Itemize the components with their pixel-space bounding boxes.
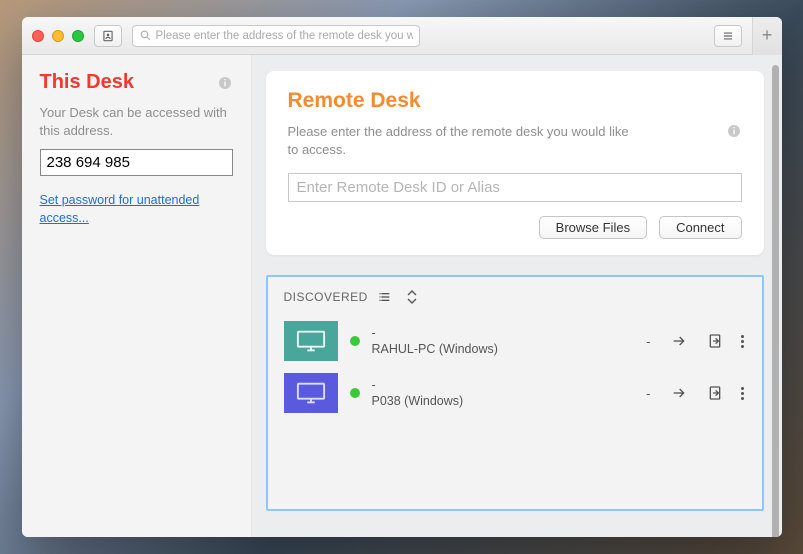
row-menu-button[interactable] xyxy=(739,387,746,400)
row-menu-button[interactable] xyxy=(739,335,746,348)
zoom-window-button[interactable] xyxy=(72,30,84,42)
remote-desk-input[interactable] xyxy=(288,173,742,202)
main-panel: Remote Desk Please enter the address of … xyxy=(252,55,782,537)
discovered-row[interactable]: - RAHUL-PC (Windows) - xyxy=(268,315,762,367)
address-book-button[interactable] xyxy=(94,25,122,47)
content-area: This Desk Your Desk can be accessed with… xyxy=(22,55,782,537)
browse-files-button[interactable]: Browse Files xyxy=(539,216,647,239)
scrollbar[interactable] xyxy=(772,65,779,537)
desk-alias: - xyxy=(372,377,631,394)
file-transfer-button[interactable] xyxy=(703,333,727,349)
desk-host: P038 (Windows) xyxy=(372,393,631,410)
this-desk-address-field[interactable] xyxy=(40,149,233,176)
remote-desk-title: Remote Desk xyxy=(288,89,742,113)
remote-desk-card: Remote Desk Please enter the address of … xyxy=(266,71,764,255)
discovered-heading: DISCOVERED xyxy=(284,290,368,304)
desk-extra: - xyxy=(642,386,654,401)
minimize-window-button[interactable] xyxy=(52,30,64,42)
plus-icon: + xyxy=(762,25,773,46)
status-online-icon xyxy=(350,336,360,346)
hamburger-icon xyxy=(721,29,735,43)
address-search[interactable] xyxy=(132,25,420,47)
remote-desk-info-icon[interactable] xyxy=(726,123,742,139)
menu-button[interactable] xyxy=(714,25,742,47)
desk-label: - RAHUL-PC (Windows) xyxy=(372,325,631,359)
remote-desk-desc: Please enter the address of the remote d… xyxy=(288,123,638,159)
monitor-icon xyxy=(296,381,326,405)
search-icon xyxy=(139,29,152,42)
discovered-section: DISCOVERED - RAHUL-PC xyxy=(266,275,764,511)
set-password-link[interactable]: Set password for unattended access... xyxy=(40,192,233,227)
desk-host: RAHUL-PC (Windows) xyxy=(372,341,631,358)
address-search-input[interactable] xyxy=(156,30,413,42)
desk-extra: - xyxy=(642,334,654,349)
this-desk-title: This Desk xyxy=(40,71,134,94)
app-window: + This Desk Your Desk can be accessed wi… xyxy=(22,17,782,537)
desk-label: - P038 (Windows) xyxy=(372,377,631,411)
connect-arrow-button[interactable] xyxy=(667,385,691,401)
close-window-button[interactable] xyxy=(32,30,44,42)
this-desk-info-icon[interactable] xyxy=(217,75,233,91)
discovered-row[interactable]: - P038 (Windows) - xyxy=(268,367,762,419)
monitor-icon xyxy=(296,329,326,353)
this-desk-panel: This Desk Your Desk can be accessed with… xyxy=(22,55,252,537)
status-online-icon xyxy=(350,388,360,398)
this-desk-desc: Your Desk can be accessed with this addr… xyxy=(40,104,233,139)
address-book-icon xyxy=(101,29,115,43)
desk-alias: - xyxy=(372,325,631,342)
sort-button[interactable] xyxy=(404,289,420,305)
file-transfer-button[interactable] xyxy=(703,385,727,401)
view-list-button[interactable] xyxy=(378,289,394,305)
window-controls xyxy=(32,30,84,42)
titlebar: + xyxy=(22,17,782,55)
connect-arrow-button[interactable] xyxy=(667,333,691,349)
desk-thumbnail xyxy=(284,373,338,413)
desk-thumbnail xyxy=(284,321,338,361)
new-tab-button[interactable]: + xyxy=(752,17,782,55)
connect-button[interactable]: Connect xyxy=(659,216,741,239)
